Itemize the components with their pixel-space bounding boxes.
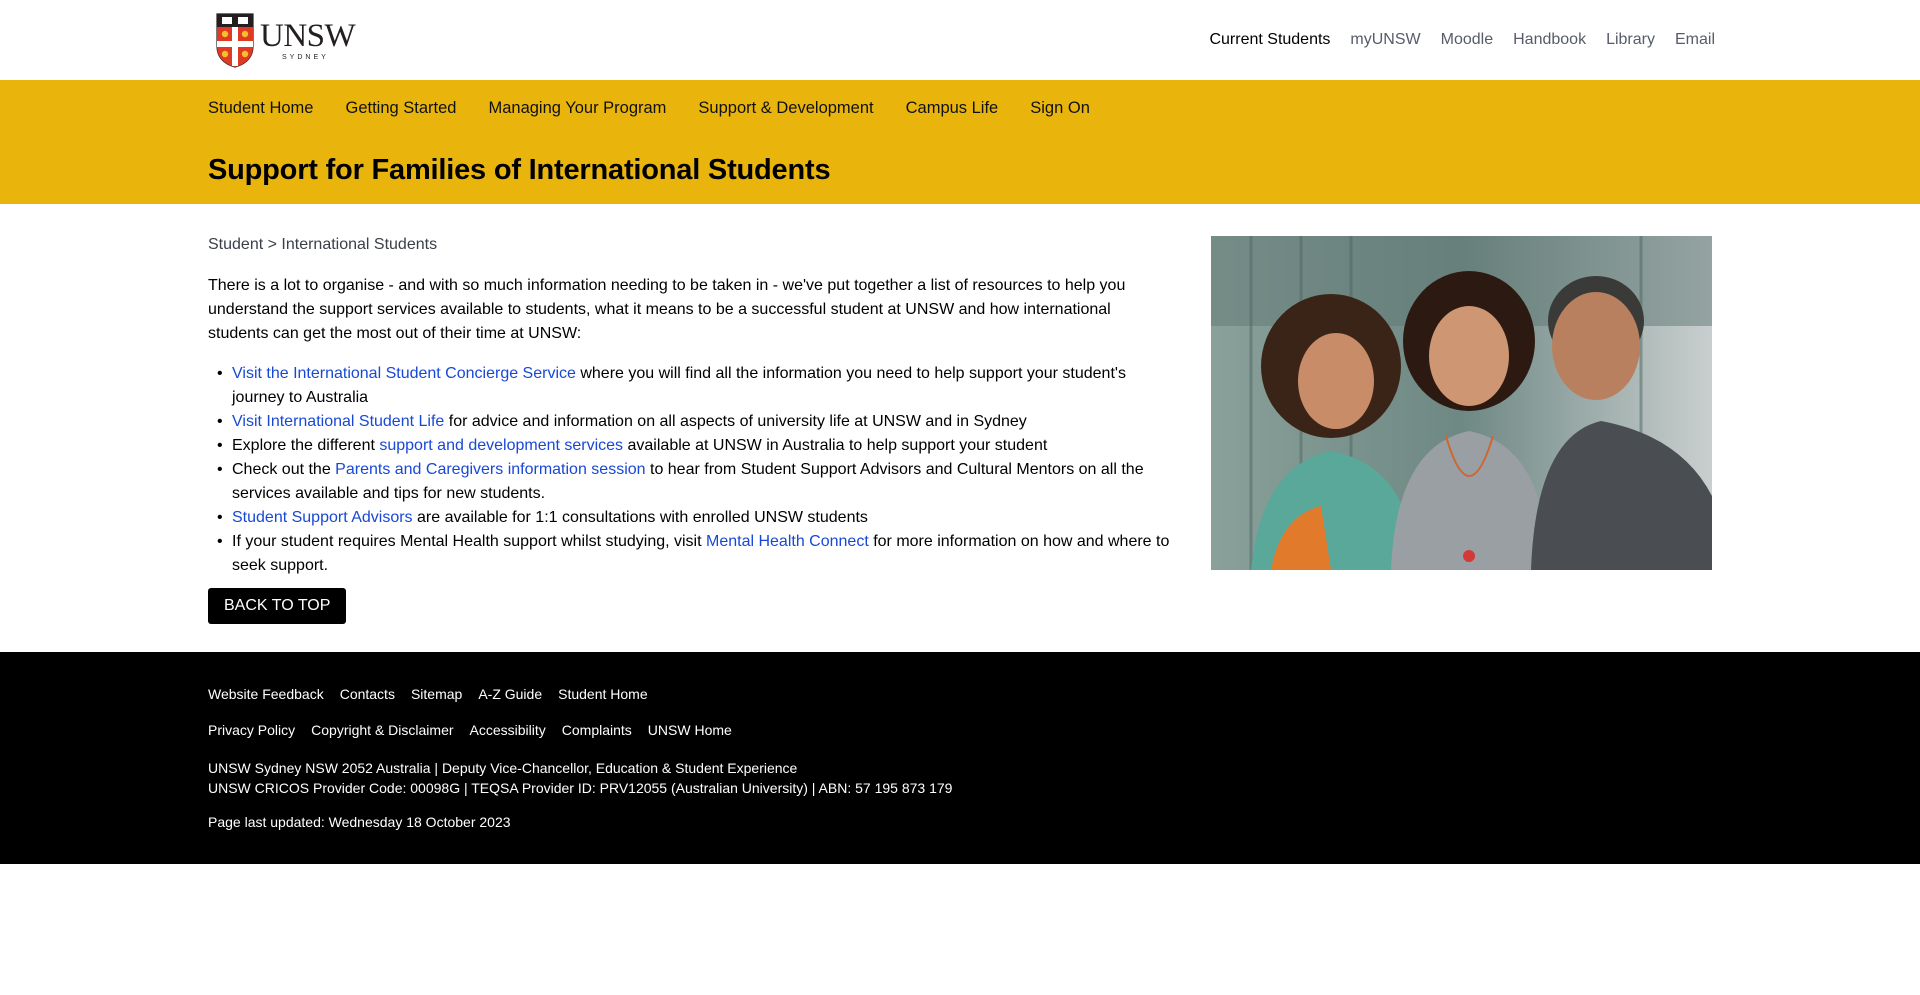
footer-provider-codes: UNSW CRICOS Provider Code: 00098G | TEQS… (208, 780, 953, 796)
breadcrumb-separator: > (267, 236, 282, 253)
footer-link-a-z-guide[interactable]: A-Z Guide (478, 686, 542, 702)
list-item: If your student requires Mental Health s… (217, 530, 1173, 578)
mental-health-connect-link[interactable]: Mental Health Connect (706, 533, 869, 550)
footer-link-copyright-disclaimer[interactable]: Copyright & Disclaimer (311, 722, 453, 738)
util-nav-handbook[interactable]: Handbook (1513, 31, 1586, 49)
main-content: Student > International Students There i… (0, 204, 1920, 652)
list-item: Explore the different support and develo… (217, 434, 1173, 458)
footer-link-accessibility[interactable]: Accessibility (470, 722, 546, 738)
footer-links-row1: Website Feedback Contacts Sitemap A-Z Gu… (208, 686, 1712, 702)
unsw-crest-icon (216, 13, 254, 68)
breadcrumb-current: International Students (281, 236, 438, 253)
main-nav: Student Home Getting Started Managing Yo… (208, 80, 1712, 136)
footer-last-updated: Page last updated: Wednesday 18 October … (208, 814, 511, 830)
main-nav-campus-life[interactable]: Campus Life (906, 99, 999, 118)
util-nav-current-students[interactable]: Current Students (1209, 31, 1330, 49)
footer-link-contacts[interactable]: Contacts (340, 686, 395, 702)
footer-info: UNSW Sydney NSW 2052 Australia | Deputy … (208, 758, 1712, 798)
main-nav-managing-your-program[interactable]: Managing Your Program (488, 99, 666, 118)
footer-link-unsw-home[interactable]: UNSW Home (648, 722, 732, 738)
footer-link-privacy-policy[interactable]: Privacy Policy (208, 722, 295, 738)
breadcrumb: Student > International Students (208, 236, 1173, 254)
title-band: Student Home Getting Started Managing Yo… (0, 80, 1920, 204)
breadcrumb-student[interactable]: Student (208, 236, 263, 253)
concierge-service-link[interactable]: Visit the International Student Concierg… (232, 365, 576, 382)
main-nav-support-development[interactable]: Support & Development (698, 99, 873, 118)
footer-link-student-home[interactable]: Student Home (558, 686, 648, 702)
footer-link-website-feedback[interactable]: Website Feedback (208, 686, 324, 702)
list-item: Visit International Student Life for adv… (217, 410, 1173, 434)
footer-address: UNSW Sydney NSW 2052 Australia | Deputy … (208, 760, 798, 776)
logo-subtitle: SYDNEY (282, 53, 329, 61)
util-nav-library[interactable]: Library (1606, 31, 1655, 49)
list-item: Visit the International Student Concierg… (217, 362, 1173, 410)
family-photo-illustration (1211, 236, 1712, 570)
international-student-life-link[interactable]: Visit International Student Life (232, 413, 444, 430)
family-photo (1211, 236, 1712, 570)
support-development-services-link[interactable]: support and development services (379, 437, 623, 454)
list-item: Student Support Advisors are available f… (217, 506, 1173, 530)
list-item: Check out the Parents and Caregivers inf… (217, 458, 1173, 506)
main-nav-sign-on[interactable]: Sign On (1030, 99, 1090, 118)
unsw-logo[interactable]: UNSW SYDNEY (216, 12, 356, 68)
page-title: Support for Families of International St… (208, 154, 831, 186)
student-support-advisors-link[interactable]: Student Support Advisors (232, 509, 413, 526)
parents-caregivers-session-link[interactable]: Parents and Caregivers information sessi… (335, 461, 645, 478)
site-footer: Website Feedback Contacts Sitemap A-Z Gu… (0, 652, 1920, 864)
content-column: Student > International Students There i… (208, 236, 1173, 624)
util-nav-email[interactable]: Email (1675, 31, 1715, 49)
site-header: UNSW SYDNEY Current Students myUNSW Mood… (0, 0, 1920, 80)
logo-wordmark: UNSW (260, 17, 356, 54)
intro-paragraph: There is a lot to organise - and with so… (208, 277, 1126, 342)
footer-link-sitemap[interactable]: Sitemap (411, 686, 462, 702)
util-nav-moodle[interactable]: Moodle (1441, 31, 1493, 49)
util-nav-myunsw[interactable]: myUNSW (1350, 31, 1420, 49)
footer-link-complaints[interactable]: Complaints (562, 722, 632, 738)
resource-list: Visit the International Student Concierg… (217, 362, 1173, 578)
back-to-top-button[interactable]: BACK TO TOP (208, 588, 347, 624)
utility-nav: Current Students myUNSW Moodle Handbook … (1209, 31, 1715, 49)
main-nav-student-home[interactable]: Student Home (208, 99, 313, 118)
footer-links-row2: Privacy Policy Copyright & Disclaimer Ac… (208, 722, 1712, 738)
main-nav-getting-started[interactable]: Getting Started (345, 99, 456, 118)
